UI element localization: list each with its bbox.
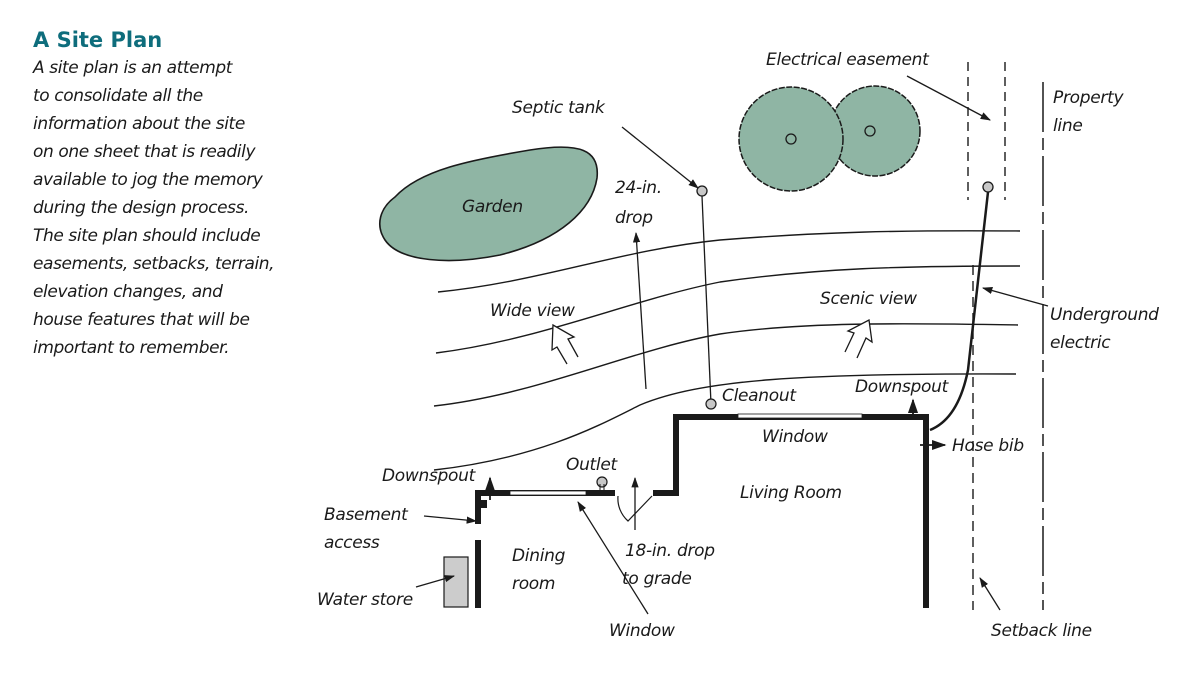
sewer-line — [701, 195, 712, 405]
setback-line-pointer — [979, 577, 1001, 611]
basement-access-step — [481, 500, 487, 508]
setback-line-label: Setback line — [991, 621, 1092, 641]
cleanout-label: Cleanout — [722, 386, 797, 406]
electrical-easement-label: Electrical easement — [766, 50, 930, 70]
electrical-easement-pointer — [906, 75, 991, 121]
property-line-label: Property — [1053, 88, 1124, 108]
downspout-right-label: Downspout — [855, 377, 950, 397]
scenic-view-label: Scenic view — [820, 289, 917, 309]
underground-electric-label: electric — [1050, 333, 1111, 353]
outlet-icon — [596, 476, 608, 488]
water-store-label: Water store — [317, 590, 413, 610]
downspout-left-label: Downspout — [382, 466, 477, 486]
hose-bib-label: Hose bib — [952, 436, 1024, 456]
drop-18-label: to grade — [622, 569, 692, 589]
drop-24-label: drop — [615, 208, 653, 228]
door-opening — [615, 490, 653, 496]
tree — [738, 86, 844, 192]
window-living — [737, 413, 863, 419]
living-room-label: Living Room — [740, 483, 842, 503]
outlet-label: Outlet — [566, 455, 619, 475]
dining-room-label: Dining — [512, 546, 566, 566]
window-top-label: Window — [762, 427, 828, 447]
window-dining — [509, 490, 587, 496]
wide-view-arrow-icon — [551, 323, 579, 365]
basement-access-pointer — [423, 515, 478, 524]
septic-tank-label: Septic tank — [512, 98, 606, 118]
underground-electric-pointer — [981, 286, 1049, 307]
garden-label: Garden — [462, 197, 523, 217]
dining-room-label: room — [512, 574, 555, 594]
basement-access-label: access — [324, 533, 380, 553]
septic-tank-marker — [696, 185, 708, 197]
electrical-easement-lines — [967, 62, 1006, 200]
water-store-tank — [443, 556, 469, 608]
drop-24-label: 24-in. — [615, 178, 662, 198]
underground-electric-label: Underground — [1050, 305, 1159, 325]
drop-18-label: 18-in. drop — [625, 541, 715, 561]
electric-meter-marker — [982, 181, 994, 193]
drop-24-arrow — [632, 231, 647, 390]
window-bottom-label: Window — [609, 621, 675, 641]
site-plan-diagram: Garden Electrical easement Property line… — [317, 50, 1159, 641]
contour-lines — [433, 230, 1021, 471]
cleanout-marker — [705, 398, 717, 410]
basement-access-label: Basement — [324, 505, 409, 525]
wide-view-label: Wide view — [490, 301, 575, 321]
scenic-view-arrow-icon — [844, 318, 873, 359]
tree — [829, 85, 921, 177]
property-line-label: line — [1053, 116, 1082, 136]
